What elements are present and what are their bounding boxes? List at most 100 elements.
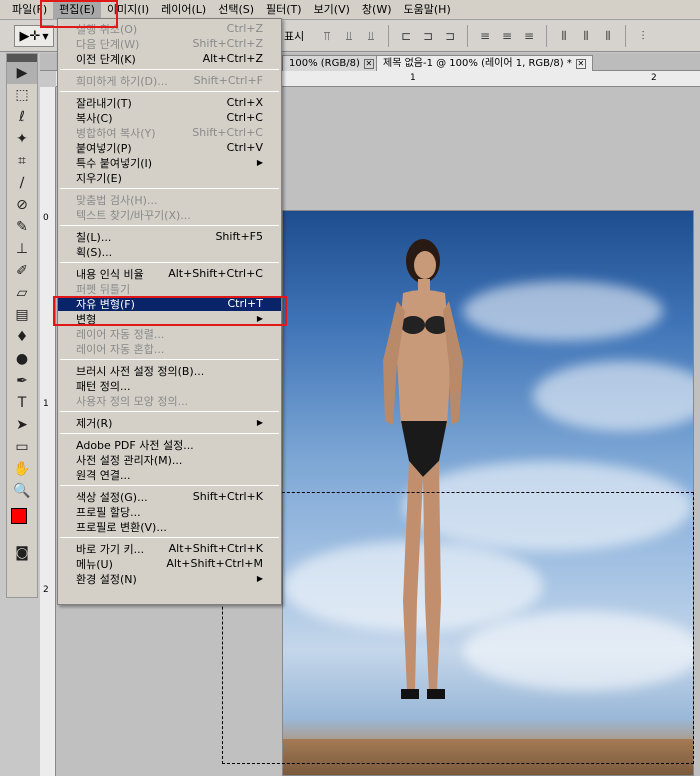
path-select-tool[interactable]: ➤ bbox=[7, 414, 37, 436]
marquee-icon: ⬚ bbox=[15, 87, 29, 103]
tab-document-2[interactable]: 제목 없음-1 @ 100% (레이어 1, RGB/8) * ✕ bbox=[376, 55, 593, 71]
align-bottom-icon[interactable]: ⫫ bbox=[362, 27, 380, 45]
menu-item[interactable]: 메뉴(U) Alt+Shift+Ctrl+M bbox=[58, 556, 281, 571]
eyedropper-icon: ∕ bbox=[19, 175, 25, 191]
type-tool[interactable]: T bbox=[7, 392, 37, 414]
menu-item[interactable]: 프로필 할당... bbox=[58, 504, 281, 519]
spot-heal-tool[interactable]: ⊘ bbox=[7, 194, 37, 216]
menu-item-shortcut: Shift+Ctrl+K bbox=[192, 490, 263, 503]
menu-item[interactable]: 붙여넣기(P) Ctrl+V bbox=[58, 140, 281, 155]
distribute-right-icon[interactable]: ⫴ bbox=[599, 27, 617, 45]
eraser-tool[interactable]: ▱ bbox=[7, 282, 37, 304]
gradient-icon: ▤ bbox=[15, 307, 29, 323]
align-right-icon[interactable]: ⊐ bbox=[441, 27, 459, 45]
menu-item[interactable]: 획(S)... bbox=[58, 244, 281, 259]
hand-tool[interactable]: ✋ bbox=[7, 458, 37, 480]
menu-divider bbox=[60, 262, 279, 263]
foreground-color-swatch[interactable] bbox=[11, 508, 27, 524]
menu-item[interactable]: 원격 연결... bbox=[58, 467, 281, 482]
menu-item[interactable]: 프로필로 변환(V)... bbox=[58, 519, 281, 534]
clone-stamp-tool[interactable]: ⊥ bbox=[7, 238, 37, 260]
menu-item-shortcut: Shift+Ctrl+Z bbox=[192, 37, 263, 50]
rectangle-tool[interactable]: ▭ bbox=[7, 436, 37, 458]
distribute-left-icon[interactable]: ⫴ bbox=[555, 27, 573, 45]
menu-item: 퍼펫 뒤틀기 bbox=[58, 281, 281, 296]
history-brush-tool[interactable]: ✐ bbox=[7, 260, 37, 282]
menu-item-label: 복사(C) bbox=[76, 111, 113, 125]
align-vcenter-icon[interactable]: ⫫ bbox=[340, 27, 358, 45]
menu-item[interactable]: 칠(L)... Shift+F5 bbox=[58, 229, 281, 244]
menu-5[interactable]: 필터(T) bbox=[260, 0, 308, 20]
quick-select-tool[interactable]: ✦ bbox=[7, 128, 37, 150]
menu-divider bbox=[60, 411, 279, 412]
move-tool[interactable]: ▶ bbox=[7, 62, 37, 84]
menu-item[interactable]: 지우기(E) bbox=[58, 170, 281, 185]
zoom-tool[interactable]: 🔍 bbox=[7, 480, 37, 502]
tab-document-1[interactable]: 100% (RGB/8) ✕ bbox=[282, 55, 381, 71]
menu-divider bbox=[60, 225, 279, 226]
lasso-tool[interactable]: ℓ bbox=[7, 106, 37, 128]
ruler-vertical: 0 1 2 bbox=[40, 87, 56, 776]
menu-item-label: 이전 단계(K) bbox=[76, 52, 136, 66]
dodge-tool[interactable]: ● bbox=[7, 348, 37, 370]
menu-item[interactable]: 브러시 사전 설정 정의(B)... bbox=[58, 363, 281, 378]
pen-tool[interactable]: ✒ bbox=[7, 370, 37, 392]
menu-item[interactable]: 바로 가기 키... Alt+Shift+Ctrl+K bbox=[58, 541, 281, 556]
quick-mask-button[interactable]: ◙ bbox=[7, 542, 37, 564]
menu-8[interactable]: 도움말(H) bbox=[398, 0, 457, 20]
menu-item-shortcut: Alt+Shift+Ctrl+K bbox=[168, 542, 263, 555]
menu-6[interactable]: 보기(V) bbox=[308, 0, 356, 20]
distribute-vcenter-icon[interactable]: ≡ bbox=[498, 27, 516, 45]
menu-item: 맞춤법 검사(H)... bbox=[58, 192, 281, 207]
distribute-hcenter-icon[interactable]: ⫴ bbox=[577, 27, 595, 45]
menu-item: 텍스트 찾기/바꾸기(X)... bbox=[58, 207, 281, 222]
annotation-box-edit-menu bbox=[40, 0, 118, 28]
ruler-mark: 1 bbox=[43, 399, 49, 409]
menu-item[interactable]: 이전 단계(K) Alt+Ctrl+Z bbox=[58, 51, 281, 66]
menu-item: 사용자 정의 모양 정의... bbox=[58, 393, 281, 408]
menu-item[interactable]: 환경 설정(N) ▶ bbox=[58, 571, 281, 586]
align-left-icon[interactable]: ⊏ bbox=[397, 27, 415, 45]
menu-7[interactable]: 창(W) bbox=[356, 0, 398, 20]
menu-item[interactable]: 색상 설정(G)... Shift+Ctrl+K bbox=[58, 489, 281, 504]
rectangle-icon: ▭ bbox=[15, 439, 29, 455]
menu-item-shortcut: Ctrl+X bbox=[226, 96, 263, 109]
menu-item-label: 맞춤법 검사(H)... bbox=[76, 193, 158, 207]
menu-item[interactable]: 복사(C) Ctrl+C bbox=[58, 110, 281, 125]
close-icon[interactable]: ✕ bbox=[575, 59, 586, 69]
menu-item-shortcut: Shift+Ctrl+F bbox=[193, 74, 263, 87]
align-top-icon[interactable]: ⫪ bbox=[318, 27, 336, 45]
menu-item[interactable]: 잘라내기(T) Ctrl+X bbox=[58, 95, 281, 110]
menu-item[interactable]: 패턴 정의... bbox=[58, 378, 281, 393]
brush-tool[interactable]: ✎ bbox=[7, 216, 37, 238]
menu-item: 희미하게 하기(D)... Shift+Ctrl+F bbox=[58, 73, 281, 88]
marquee-tool[interactable]: ⬚ bbox=[7, 84, 37, 106]
menu-item-label: 희미하게 하기(D)... bbox=[76, 74, 168, 88]
menu-3[interactable]: 레이어(L) bbox=[155, 0, 212, 20]
menu-item[interactable]: 내용 인식 비율 Alt+Shift+Ctrl+C bbox=[58, 266, 281, 281]
menu-item-label: 지우기(E) bbox=[76, 171, 122, 185]
crop-icon: ⌗ bbox=[18, 153, 26, 169]
distribute-top-icon[interactable]: ≡ bbox=[476, 27, 494, 45]
close-icon[interactable]: ✕ bbox=[363, 59, 374, 69]
submenu-arrow-icon: ▶ bbox=[256, 158, 263, 167]
menu-item[interactable]: Adobe PDF 사전 설정... bbox=[58, 437, 281, 452]
toolbox-grip[interactable] bbox=[7, 54, 37, 62]
crop-tool[interactable]: ⌗ bbox=[7, 150, 37, 172]
menu-item[interactable]: 제거(R) ▶ bbox=[58, 415, 281, 430]
menu-item: 다음 단계(W) Shift+Ctrl+Z bbox=[58, 36, 281, 51]
hand-icon: ✋ bbox=[13, 461, 31, 477]
blur-tool[interactable]: ♦ bbox=[7, 326, 37, 348]
eyedropper-tool[interactable]: ∕ bbox=[7, 172, 37, 194]
tool-preset-picker[interactable]: ▶✛ ▼ bbox=[14, 25, 54, 47]
align-hcenter-icon[interactable]: ⊐ bbox=[419, 27, 437, 45]
gradient-tool[interactable]: ▤ bbox=[7, 304, 37, 326]
auto-align-icon[interactable]: ⫶ bbox=[634, 27, 652, 45]
menu-divider bbox=[60, 91, 279, 92]
menu-item[interactable]: 사전 설정 관리자(M)... bbox=[58, 452, 281, 467]
distribute-bottom-icon[interactable]: ≡ bbox=[520, 27, 538, 45]
submenu-arrow-icon: ▶ bbox=[256, 418, 263, 427]
menu-item[interactable]: 특수 붙여넣기(I) ▶ bbox=[58, 155, 281, 170]
color-swatches bbox=[7, 502, 37, 542]
menu-4[interactable]: 선택(S) bbox=[212, 0, 260, 20]
